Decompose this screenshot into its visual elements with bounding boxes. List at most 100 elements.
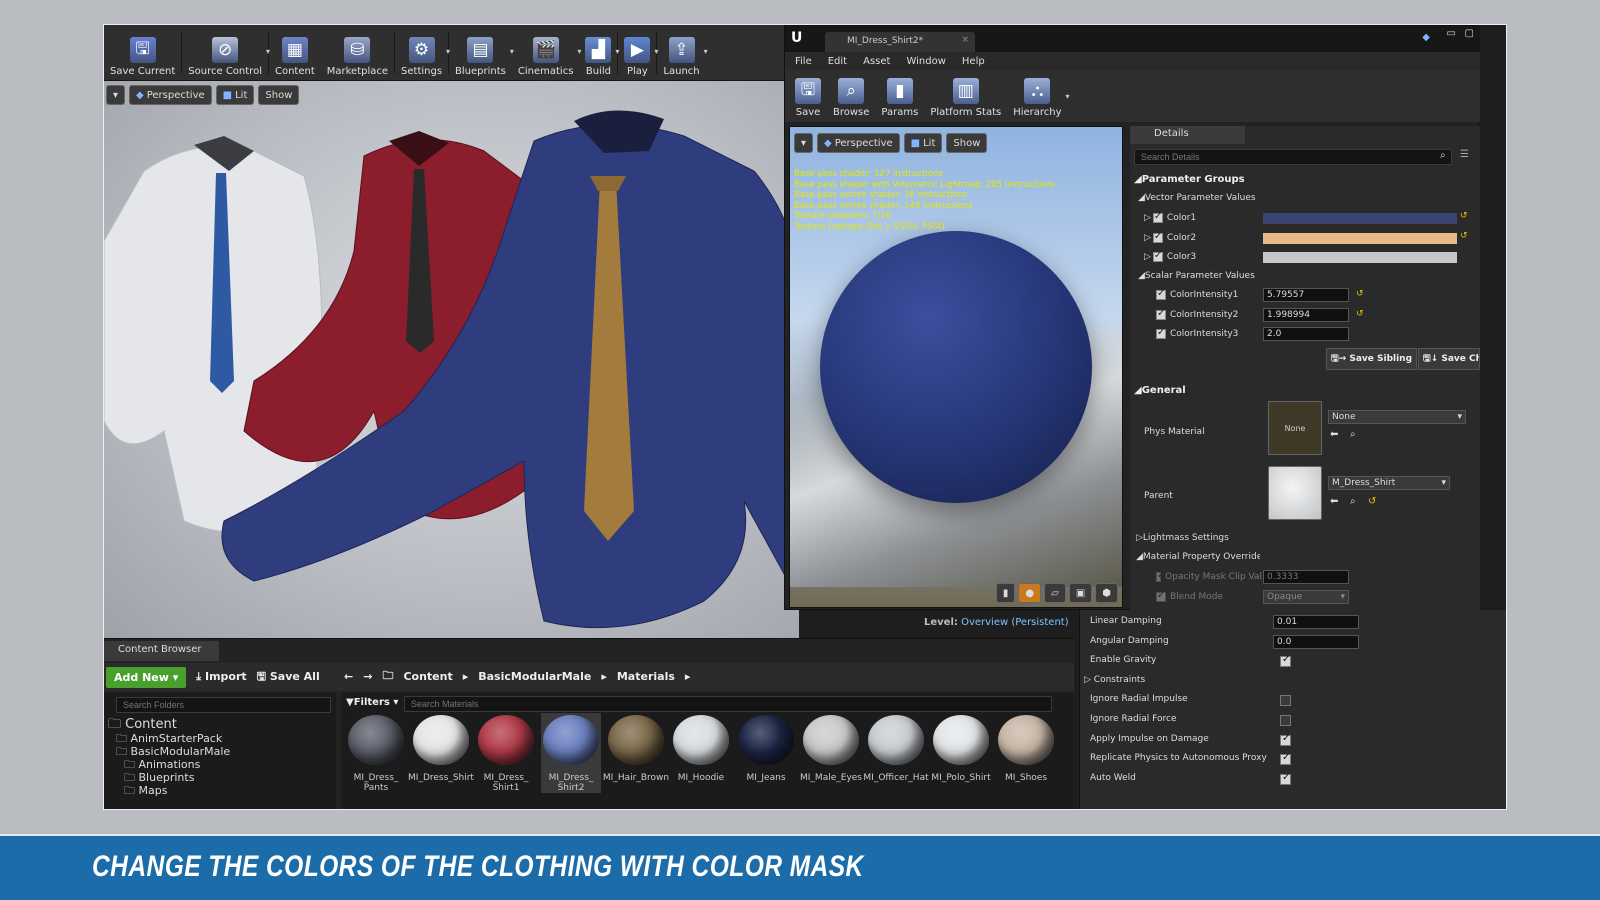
- material-toolbar-browse-button[interactable]: ⌕ Browse: [827, 70, 875, 122]
- reset-arrow-icon[interactable]: ↺: [1460, 211, 1468, 221]
- plane-shape-icon[interactable]: ▱: [1044, 583, 1066, 603]
- add-new-button[interactable]: Add New ▾: [106, 666, 187, 688]
- param-checkbox[interactable]: [1156, 288, 1166, 300]
- blend-mode-dropdown[interactable]: Opaque ▾: [1263, 590, 1349, 604]
- chevron-down-icon[interactable]: ▾: [1066, 92, 1070, 101]
- phys-material-thumbnail[interactable]: None: [1268, 401, 1322, 455]
- toolbar-play-button[interactable]: ▶ Play ▾: [618, 25, 658, 81]
- teapot-shape-icon[interactable]: ⬢: [1095, 583, 1118, 603]
- phys-material-dropdown[interactable]: None ▾: [1328, 410, 1466, 424]
- asset-thumbnail[interactable]: MI_Polo_Shirt: [931, 713, 991, 793]
- asset-thumbnail[interactable]: MI_Dress_Shirt: [408, 713, 474, 793]
- folder-tree-item[interactable]: 🗀 AnimStarterPack: [106, 732, 230, 745]
- save-all-button[interactable]: 🖫 Save All: [257, 668, 320, 687]
- physics-value-field[interactable]: 0.0: [1273, 634, 1359, 649]
- details-tab[interactable]: Details: [1130, 126, 1245, 144]
- material-toolbar-params-button[interactable]: ▮ Params: [875, 70, 924, 122]
- save-child-button[interactable]: 🖫↓ Save Chi: [1418, 348, 1480, 370]
- material-toolbar-platform-stats-button[interactable]: ▥ Platform Stats: [924, 70, 1007, 122]
- cube-shape-icon[interactable]: ▣: [1068, 583, 1093, 603]
- show-button[interactable]: Show: [258, 85, 300, 105]
- breadcrumb-basicmodularmale[interactable]: BasicModularMale: [478, 670, 591, 683]
- material-preview-viewport[interactable]: Base pass shader: 127 instructions Base p…: [789, 126, 1123, 608]
- toolbar-launch-button[interactable]: ⇪ Launch ▾: [657, 25, 708, 81]
- cylinder-shape-icon[interactable]: ▮: [995, 583, 1016, 603]
- content-browser-tab[interactable]: Content Browser: [104, 641, 219, 661]
- preview-options-button[interactable]: ▾: [794, 133, 814, 153]
- filters-button[interactable]: ▼Filters ▾: [346, 697, 398, 708]
- asset-thumbnail[interactable]: MI_Dress_ Shirt2: [541, 713, 601, 793]
- browse-icon[interactable]: ⌕: [1350, 429, 1356, 440]
- toolbar-marketplace-button[interactable]: ⛁ Marketplace: [321, 25, 394, 81]
- expand-arrow-icon[interactable]: ▷: [1144, 213, 1151, 223]
- physics-checkbox[interactable]: [1280, 715, 1291, 726]
- vector-parameters-header[interactable]: ◢ Vector Parameter Values: [1130, 188, 1480, 208]
- parent-thumbnail[interactable]: [1268, 466, 1322, 520]
- menu-asset[interactable]: Asset: [863, 56, 890, 67]
- notification-icon[interactable]: ◆: [1422, 32, 1430, 43]
- reset-arrow-icon[interactable]: ↺: [1460, 231, 1468, 241]
- blend-mode-checkbox[interactable]: [1156, 590, 1166, 602]
- perspective-button[interactable]: ◆ Perspective: [129, 85, 212, 105]
- physics-row-label[interactable]: ▷ Constraints: [1084, 675, 1145, 685]
- opacity-mask-field[interactable]: 0.3333: [1263, 570, 1349, 584]
- material-tab[interactable]: MI_Dress_Shirt2* ×: [825, 32, 975, 52]
- param-checkbox[interactable]: [1152, 211, 1163, 223]
- material-toolbar-hierarchy-button[interactable]: ⛬ Hierarchy ▾: [1007, 70, 1070, 122]
- scalar-value-field[interactable]: 2.0: [1263, 327, 1349, 341]
- close-icon[interactable]: ×: [961, 35, 969, 45]
- asset-thumbnail[interactable]: MI_Officer_Hat: [863, 713, 929, 793]
- folder-tree-item[interactable]: 🗀 Content: [106, 717, 230, 732]
- param-checkbox[interactable]: [1152, 250, 1163, 262]
- reset-arrow-icon[interactable]: ↺: [1356, 309, 1364, 319]
- search-folders-input[interactable]: [116, 697, 331, 713]
- use-selected-arrow-icon[interactable]: ⬅: [1330, 496, 1338, 507]
- color-swatch[interactable]: [1263, 213, 1457, 224]
- back-arrow-icon[interactable]: ←: [344, 670, 353, 683]
- parameter-groups-header[interactable]: ◢ Parameter Groups: [1130, 169, 1480, 189]
- material-toolbar-save-button[interactable]: 🖫 Save: [789, 70, 827, 122]
- folder-tree-item[interactable]: 🗀 Animations: [106, 758, 230, 771]
- preview-lit-button[interactable]: ■ Lit: [903, 133, 943, 153]
- reset-arrow-icon[interactable]: ↺: [1356, 289, 1364, 299]
- forward-arrow-icon[interactable]: →: [363, 670, 372, 683]
- toolbar-build-button[interactable]: ▟ Build ▾: [579, 25, 619, 81]
- menu-window[interactable]: Window: [906, 56, 945, 67]
- breadcrumb-materials[interactable]: Materials: [617, 670, 675, 683]
- asset-thumbnail[interactable]: MI_Male_Eyes: [800, 713, 862, 793]
- chevron-down-icon[interactable]: ▾: [704, 47, 708, 56]
- scalar-value-field[interactable]: 1.998994: [1263, 307, 1349, 322]
- physics-checkbox[interactable]: [1280, 654, 1291, 668]
- menu-edit[interactable]: Edit: [828, 56, 847, 67]
- physics-checkbox[interactable]: [1280, 733, 1291, 746]
- search-details-input[interactable]: [1134, 149, 1452, 165]
- toolbar-settings-button[interactable]: ⚙ Settings ▾: [395, 25, 450, 81]
- expand-arrow-icon[interactable]: ▷: [1144, 252, 1151, 262]
- reset-arrow-icon[interactable]: ↺: [1368, 496, 1376, 507]
- preview-show-button[interactable]: Show: [946, 133, 988, 153]
- expand-arrow-icon[interactable]: ▷: [1144, 233, 1151, 243]
- asset-thumbnail[interactable]: MI_Hoodie: [671, 713, 731, 793]
- physics-checkbox[interactable]: [1280, 772, 1291, 785]
- toolbar-content-button[interactable]: ▦ Content: [269, 25, 321, 81]
- folder-tree-item[interactable]: 🗀 Maps: [106, 784, 230, 797]
- param-checkbox[interactable]: [1152, 231, 1163, 243]
- toolbar-save-current-button[interactable]: 🖫 Save Current: [104, 25, 181, 81]
- search-icon[interactable]: ⌕: [1440, 150, 1446, 161]
- toolbar-blueprints-button[interactable]: ▤ Blueprints ▾: [449, 25, 514, 81]
- physics-value-field[interactable]: 0.01: [1273, 615, 1359, 629]
- lightmass-settings-header[interactable]: ▷ Lightmass Settings: [1130, 528, 1480, 548]
- viewport-options-button[interactable]: ▾: [106, 85, 126, 105]
- use-selected-arrow-icon[interactable]: ⬅: [1330, 429, 1338, 440]
- save-sibling-button[interactable]: 🖫→ Save Sibling: [1326, 348, 1418, 370]
- param-checkbox[interactable]: [1156, 327, 1166, 339]
- menu-file[interactable]: File: [795, 56, 812, 67]
- asset-thumbnail[interactable]: MI_Jeans: [736, 713, 796, 793]
- asset-thumbnail[interactable]: MI_Dress_ Pants: [346, 713, 406, 793]
- asset-thumbnail[interactable]: MI_Hair_Brown: [603, 713, 669, 793]
- sphere-shape-icon[interactable]: ●: [1018, 583, 1042, 603]
- parent-dropdown[interactable]: M_Dress_Shirt ▾: [1328, 476, 1450, 490]
- preview-perspective-button[interactable]: ◆ Perspective: [817, 133, 900, 153]
- search-materials-input[interactable]: [404, 696, 1052, 712]
- import-button[interactable]: ⤓ Import: [196, 670, 246, 684]
